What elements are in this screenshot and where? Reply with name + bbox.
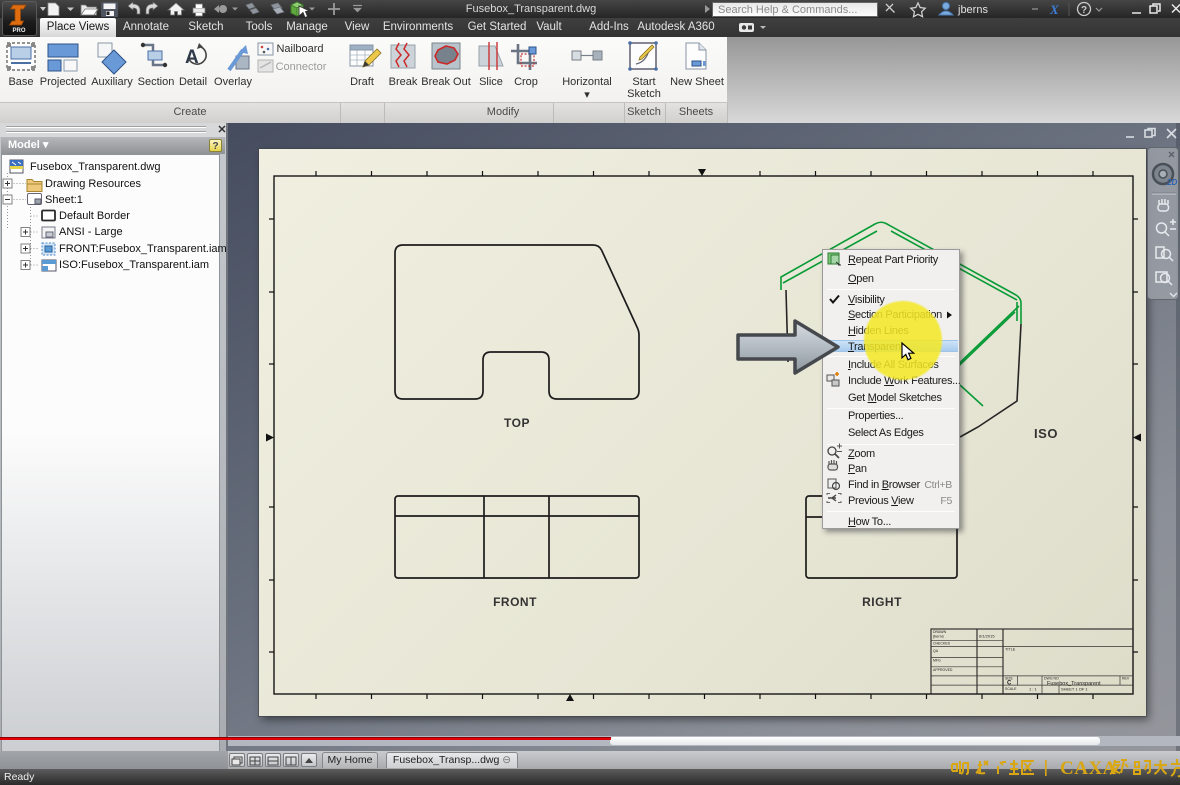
svg-text:APPROVED: APPROVED (933, 668, 953, 672)
svg-text:SHEET 1 OF 1: SHEET 1 OF 1 (1061, 687, 1088, 692)
svg-text:6/1/2015: 6/1/2015 (979, 634, 995, 639)
svg-text:CHECKED: CHECKED (933, 642, 951, 646)
svg-text:TOP: TOP (504, 416, 530, 430)
svg-text:jberns: jberns (932, 634, 944, 639)
svg-text:MFG: MFG (933, 659, 941, 663)
svg-text:2D: 2D (1166, 178, 1177, 187)
svg-text:SCALE: SCALE (1005, 687, 1017, 691)
svg-text:1 : 1: 1 : 1 (1029, 687, 1038, 692)
svg-text:CAXA: CAXA (1060, 758, 1117, 779)
svg-text:ISO: ISO (1034, 426, 1058, 441)
svg-text:C: C (1007, 681, 1012, 687)
svg-text:FRONT: FRONT (493, 595, 537, 609)
svg-text:TITLE: TITLE (1005, 648, 1016, 652)
svg-text:jberns: jberns (957, 4, 988, 16)
svg-text:REV: REV (1122, 677, 1130, 681)
svg-text:X: X (1049, 2, 1059, 17)
svg-text:RIGHT: RIGHT (862, 595, 902, 609)
svg-text:QA: QA (933, 649, 939, 653)
svg-text:?: ? (1081, 5, 1087, 16)
svg-text:PRO: PRO (12, 28, 25, 34)
